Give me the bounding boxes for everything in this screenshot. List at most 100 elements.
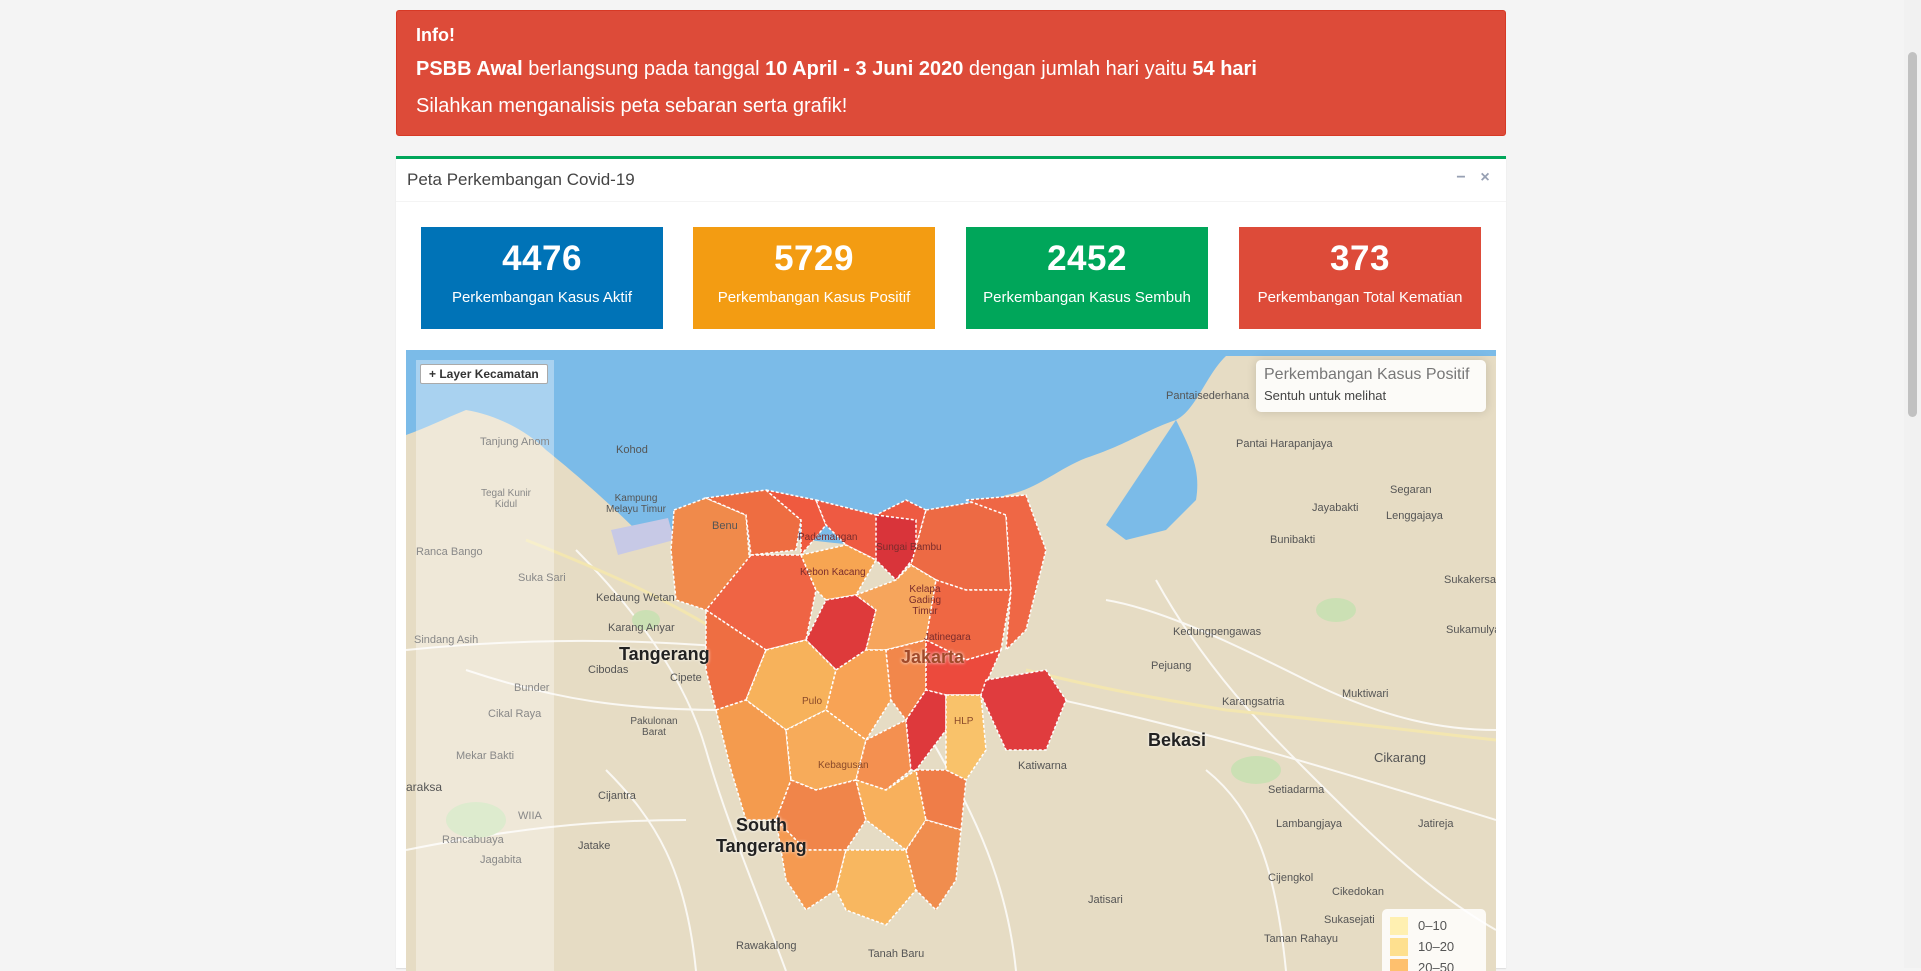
place-label: Taman Rahayu [1264,933,1338,945]
place-label: araksa [406,780,442,794]
info-subtitle: Sentuh untuk melihat [1264,388,1478,403]
place-label: Karangsatria [1222,696,1284,708]
stat-value: 2452 [966,239,1208,279]
place-label: WIIA [518,810,542,822]
place-label: Kelapa Gading Timur [900,584,950,617]
place-label: Kedaung Wetan [596,592,675,604]
city-label: Bekasi [1148,730,1206,751]
place-label: Segaran [1390,484,1432,496]
stat-value: 373 [1239,239,1481,279]
place-label: Sukakersa [1444,574,1496,586]
place-label: HLP [954,716,973,727]
stat-card-recovered: 2452 Perkembangan Kasus Sembuh [966,227,1208,329]
place-label: Jatake [578,840,610,852]
legend-swatch [1390,938,1408,956]
stat-card-deaths: 373 Perkembangan Total Kematian [1239,227,1481,329]
place-label: Pantaisederhana [1166,390,1249,402]
place-label: Setiadarma [1268,784,1324,796]
place-label: Sungai Bambu [876,542,942,553]
place-label: Muktiwari [1342,688,1388,700]
place-label: Jatinegara [924,632,971,643]
stat-label: Perkembangan Total Kematian [1239,289,1481,306]
place-label: Kampung Melayu Timur [606,493,666,515]
alert-title: Info! [416,25,1486,46]
stat-card-active: 4476 Perkembangan Kasus Aktif [421,227,663,329]
place-label: Kebagusan [818,760,869,771]
place-label: Kebon Kacang [800,567,866,578]
legend-row: 10–20 [1390,936,1478,957]
map-info-control: Perkembangan Kasus Positif Sentuh untuk … [1256,360,1486,412]
place-label: Cikedokan [1332,886,1384,898]
box-header: Peta Perkembangan Covid-19 − × [396,159,1506,202]
info-title: Perkembangan Kasus Positif [1264,366,1478,384]
map-box: Peta Perkembangan Covid-19 − × 4476 Perk… [396,156,1506,968]
place-label: Cikal Raya [488,708,541,720]
place-label: Suka Sari [518,572,566,584]
place-label: Bunder [514,682,549,694]
legend-swatch [1390,917,1408,935]
place-label: Tanjung Anom [480,436,550,448]
place-label: Sukasejati [1324,914,1375,926]
place-label: Cibodas [588,664,628,676]
place-label: Pademangan [798,532,858,543]
place-label: Jayabakti [1312,502,1358,514]
city-label: South [736,815,787,836]
airport-area [611,518,674,555]
stat-card-positive: 5729 Perkembangan Kasus Positif [693,227,935,329]
place-label: Sindang Asih [414,634,478,646]
alert-text-a: berlangsung pada tanggal [523,58,765,80]
page-scrollbar[interactable] [1904,0,1921,968]
place-label: Karang Anyar [608,622,675,634]
stat-value: 4476 [421,239,663,279]
place-label: Mekar Bakti [456,750,514,762]
stat-label: Perkembangan Kasus Positif [693,289,935,306]
scrollbar-thumb[interactable] [1908,52,1917,417]
place-label: Jatireja [1418,818,1453,830]
city-label: Jakarta [901,647,964,668]
place-label: Pejuang [1151,660,1191,672]
stat-label: Perkembangan Kasus Aktif [421,289,663,306]
place-label: Rancabuaya [442,834,504,846]
place-label: Bunibakti [1270,534,1315,546]
city-label: Tangerang [619,644,710,665]
place-label: Benu [712,520,738,532]
map-legend: 0–10 10–20 20–50 [1382,909,1486,971]
legend-label: 20–50 [1418,960,1454,971]
place-label: Cikarang [1374,750,1426,765]
alert-line-2: Silahkan menganalisis peta sebaran serta… [416,95,1486,118]
legend-label: 10–20 [1418,939,1454,954]
minimize-icon[interactable]: − [1452,168,1470,188]
place-label: Cijantra [598,790,636,802]
place-label: Pantai Harapanjaya [1236,438,1333,450]
place-label: Kohod [616,444,648,456]
legend-label: 0–10 [1418,918,1447,933]
box-title: Peta Perkembangan Covid-19 [407,170,635,190]
place-label: Pulo [802,696,822,707]
place-label: Lenggajaya [1386,510,1443,522]
place-label: Ranca Bango [416,546,483,558]
place-label: Sukamulya [1446,624,1496,636]
stats-row: 4476 Perkembangan Kasus Aktif 5729 Perke… [421,227,1481,329]
place-label: Lambangjaya [1276,818,1342,830]
choropleth-map[interactable]: + Layer Kecamatan Perkembangan Kasus Pos… [406,350,1496,971]
layer-panel [416,360,554,971]
legend-row: 0–10 [1390,915,1478,936]
alert-phase: PSBB Awal [416,58,523,80]
place-label: Rawakalong [736,940,797,952]
layer-kecamatan-button[interactable]: + Layer Kecamatan [420,364,548,384]
place-label: Jagabita [480,854,522,866]
place-label: Tegal Kunir Kidul [476,488,536,510]
place-label: Kedungpengawas [1173,626,1261,638]
legend-row: 20–50 [1390,957,1478,971]
alert-text-b: dengan jumlah hari yaitu [963,58,1192,80]
city-label: Tangerang [716,836,807,857]
alert-dates: 10 April - 3 Juni 2020 [765,58,963,80]
close-icon[interactable]: × [1476,168,1494,188]
stat-label: Perkembangan Kasus Sembuh [966,289,1208,306]
place-label: Cipete [670,672,702,684]
district-polygons [671,490,1066,925]
place-label: Katiwarna [1018,760,1067,772]
place-label: Jatisari [1088,894,1123,906]
box-tools: − × [1452,168,1494,188]
info-alert: Info! PSBB Awal berlangsung pada tanggal… [396,10,1506,136]
